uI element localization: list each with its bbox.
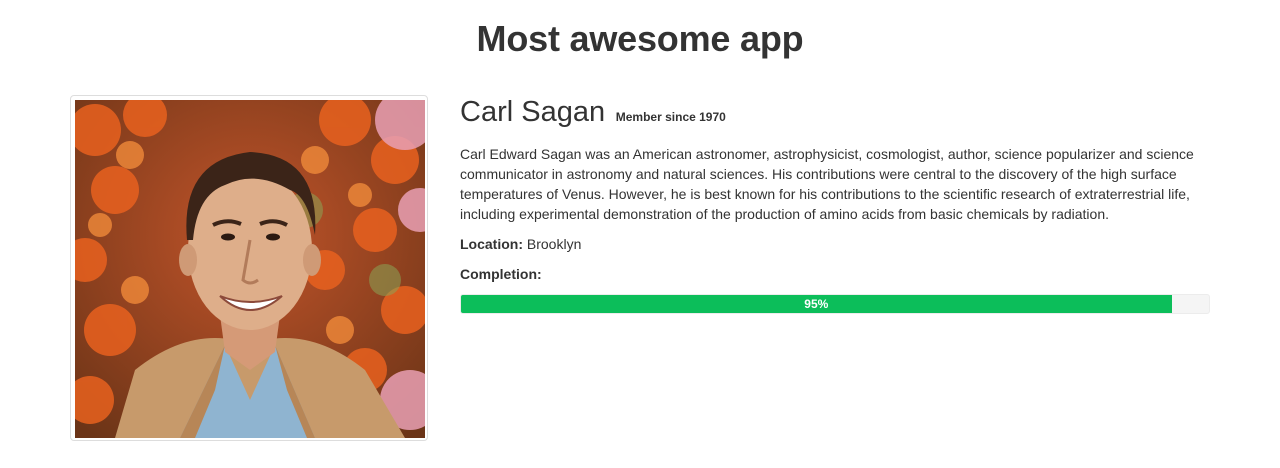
profile-heading: Carl Sagan Member since 1970: [460, 95, 1210, 134]
completion-progress: 95%: [460, 294, 1210, 314]
member-since: Member since 1970: [615, 110, 726, 124]
person-name: Carl Sagan: [460, 96, 606, 128]
profile-details: Carl Sagan Member since 1970 Carl Edward…: [460, 95, 1210, 314]
portrait-image: [75, 100, 425, 438]
app-title: Most awesome app: [476, 18, 804, 59]
bio-text: Carl Edward Sagan was an American astron…: [460, 146, 1194, 222]
completion-progress-fill: 95%: [461, 295, 1172, 313]
profile-photo: [70, 95, 428, 441]
location-label: Location:: [460, 236, 523, 252]
location-row: Location: Brooklyn: [460, 234, 1210, 254]
completion-label: Completion:: [460, 266, 542, 282]
location-value: Brooklyn: [526, 236, 582, 252]
